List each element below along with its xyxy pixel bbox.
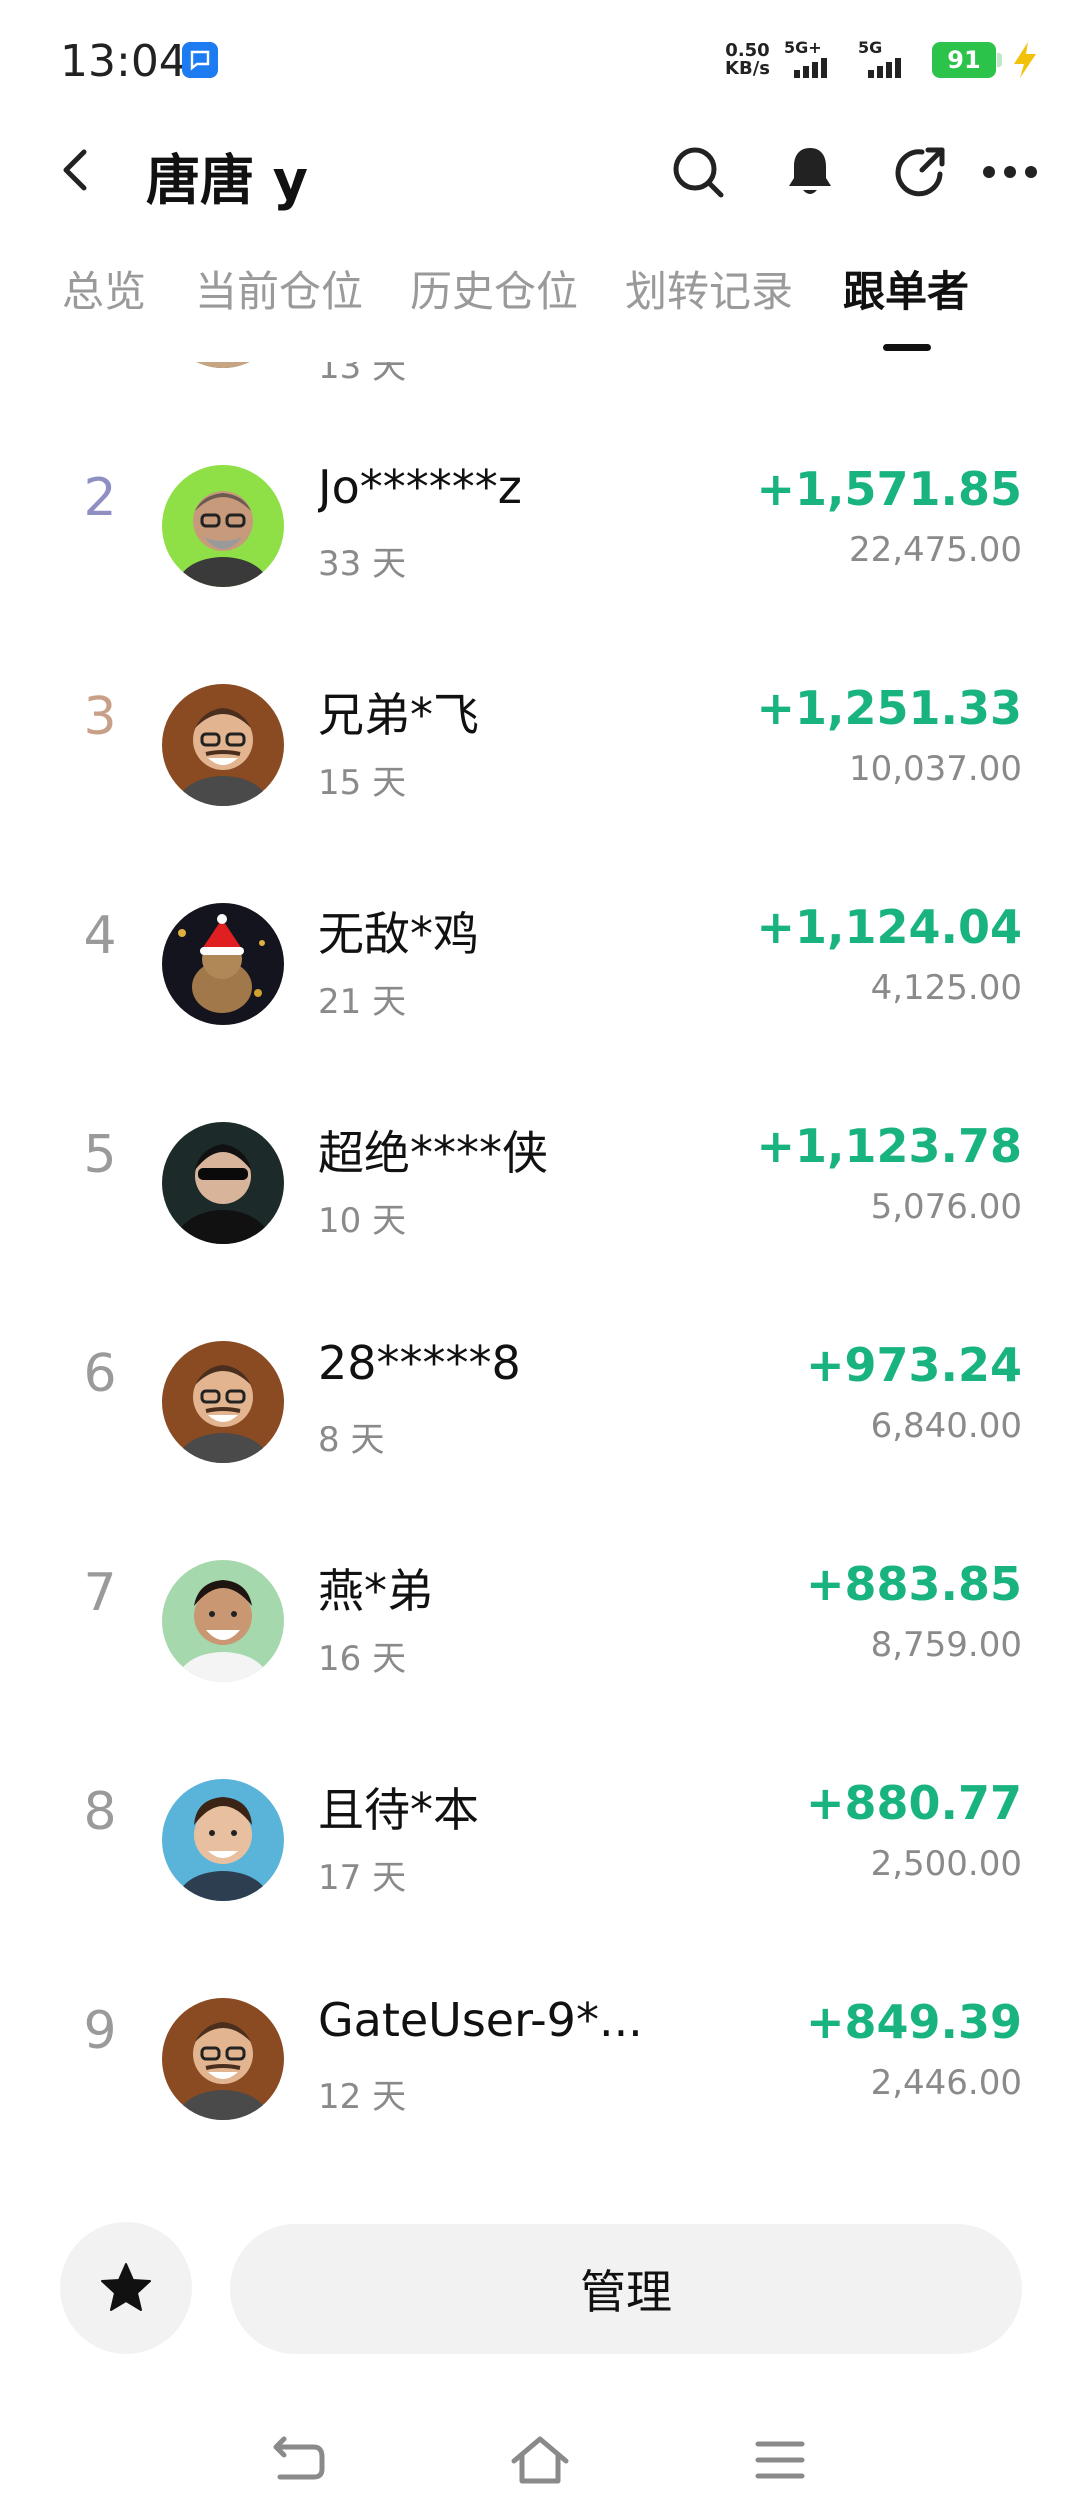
return-icon <box>273 2436 325 2480</box>
username: 兄弟*飞 <box>318 688 479 742</box>
profit-value: +883.85 <box>805 1557 1022 1611</box>
status-indicators: 0.50 KB/s 5G+ 5G 91 <box>725 36 1040 84</box>
follower-list[interactable]: 13 天 2 Jo******z 33 天 +1,571.85 22,475.0… <box>0 362 1080 2200</box>
avatar <box>162 1560 284 1682</box>
list-item[interactable]: 13 天 <box>0 362 1080 430</box>
username: Jo******z <box>318 460 522 514</box>
avatar <box>162 465 284 587</box>
system-menu-button[interactable] <box>740 2420 820 2500</box>
home-icon <box>511 2436 569 2484</box>
list-item[interactable]: 4 无敌*鸡 21 天 +1,124.04 4,125.00 <box>0 868 1080 1087</box>
back-arrow-icon <box>63 149 87 191</box>
system-navigation-bar <box>0 2400 1080 2520</box>
avatar <box>162 903 284 1025</box>
username: 超绝****侠 <box>318 1126 548 1180</box>
more-icon <box>983 166 1037 178</box>
search-button[interactable] <box>668 142 728 202</box>
follow-amount: 22,475.00 <box>848 530 1022 570</box>
rank-number: 7 <box>83 1563 117 1623</box>
rank-number: 3 <box>83 687 117 747</box>
tab-overview[interactable]: 总览 <box>62 258 146 319</box>
profit-value: +1,123.78 <box>756 1119 1022 1173</box>
top-app-bar: 唐唐 y <box>0 120 1080 220</box>
system-home-button[interactable] <box>500 2420 580 2500</box>
share-button[interactable] <box>890 142 950 202</box>
follow-days: 13 天 <box>318 362 407 387</box>
avatar <box>162 1779 284 1901</box>
follow-days: 15 天 <box>318 763 407 803</box>
rank-number: 4 <box>83 906 117 966</box>
charging-icon <box>1014 42 1036 78</box>
avatar <box>162 1341 284 1463</box>
profit-value: +1,251.33 <box>756 681 1022 735</box>
list-item[interactable]: 9 GateUser-9*... 12 天 +849.39 2,446.00 <box>0 1963 1080 2182</box>
rank-number: 5 <box>83 1125 117 1185</box>
follow-amount: 2,500.00 <box>870 1844 1022 1884</box>
tab-followers[interactable]: 跟单者 <box>843 258 969 319</box>
signal-icon: 5G+ <box>784 38 844 82</box>
status-time: 13:04 <box>60 36 187 87</box>
more-button[interactable] <box>980 142 1040 202</box>
follow-days: 16 天 <box>318 1639 407 1679</box>
follow-days: 33 天 <box>318 544 407 584</box>
username: 且待*本 <box>318 1783 479 1837</box>
app-notification-icon <box>182 42 218 78</box>
signal-icon: 5G <box>858 38 918 82</box>
battery-icon: 91 <box>932 42 1002 78</box>
back-button[interactable] <box>48 142 104 198</box>
follow-amount: 2,446.00 <box>870 2063 1022 2103</box>
avatar <box>162 362 284 368</box>
avatar <box>162 1122 284 1244</box>
bell-icon <box>789 148 831 194</box>
star-icon <box>101 2263 151 2311</box>
rank-number: 6 <box>83 1344 117 1404</box>
follow-days: 10 天 <box>318 1201 407 1241</box>
list-item[interactable]: 6 28*****8 8 天 +973.24 6,840.00 <box>0 1306 1080 1525</box>
follow-amount: 4,125.00 <box>870 968 1022 1008</box>
follow-days: 21 天 <box>318 982 407 1022</box>
follow-amount: 10,037.00 <box>848 749 1022 789</box>
share-icon <box>895 147 945 197</box>
username: GateUser-9*... <box>318 1993 643 2047</box>
profit-value: +973.24 <box>805 1338 1022 1392</box>
list-item[interactable]: 2 Jo******z 33 天 +1,571.85 22,475.00 <box>0 430 1080 649</box>
tab-bar: 总览 当前仓位 历史仓位 划转记录 跟单者 <box>0 258 1080 358</box>
rank-number: 8 <box>83 1782 117 1842</box>
avatar <box>162 684 284 806</box>
profit-value: +1,571.85 <box>756 462 1022 516</box>
follow-days: 12 天 <box>318 2077 407 2117</box>
username: 28*****8 <box>318 1336 521 1390</box>
system-back-button[interactable] <box>260 2420 340 2500</box>
list-item[interactable]: 3 兄弟*飞 15 天 +1,251.33 10,037.00 <box>0 649 1080 868</box>
list-item[interactable]: 7 燕*弟 16 天 +883.85 8,759.00 <box>0 1525 1080 1744</box>
page-title: 唐唐 y <box>146 149 308 212</box>
username: 燕*弟 <box>318 1564 433 1618</box>
follow-days: 17 天 <box>318 1858 407 1898</box>
follow-days: 8 天 <box>318 1420 385 1460</box>
profit-value: +849.39 <box>805 1995 1022 2049</box>
list-item[interactable]: 5 超绝****侠 10 天 +1,123.78 5,076.00 <box>0 1087 1080 1306</box>
tab-current-positions[interactable]: 当前仓位 <box>195 258 363 319</box>
search-icon <box>673 147 724 198</box>
network-speed: 0.50 KB/s <box>725 40 770 79</box>
bottom-action-bar: 管理 <box>0 2200 1080 2400</box>
follow-amount: 5,076.00 <box>870 1187 1022 1227</box>
profit-value: +1,124.04 <box>756 900 1022 954</box>
favorite-button[interactable] <box>60 2222 192 2354</box>
rank-number: 9 <box>83 2001 117 2061</box>
follow-amount: 6,840.00 <box>870 1406 1022 1446</box>
status-bar: 13:04 0.50 KB/s 5G+ 5G 91 <box>0 0 1080 120</box>
username: 无敌*鸡 <box>318 907 479 961</box>
menu-icon <box>755 2441 805 2479</box>
follow-amount: 8,759.00 <box>870 1625 1022 1665</box>
notifications-button[interactable] <box>780 142 840 202</box>
list-item[interactable]: 8 且待*本 17 天 +880.77 2,500.00 <box>0 1744 1080 1963</box>
tab-transfer-records[interactable]: 划转记录 <box>625 258 793 319</box>
active-tab-indicator <box>883 344 931 351</box>
avatar <box>162 1998 284 2120</box>
tab-history-positions[interactable]: 历史仓位 <box>410 258 578 319</box>
rank-number: 2 <box>83 468 117 528</box>
manage-button[interactable]: 管理 <box>230 2224 1022 2354</box>
profit-value: +880.77 <box>805 1776 1022 1830</box>
